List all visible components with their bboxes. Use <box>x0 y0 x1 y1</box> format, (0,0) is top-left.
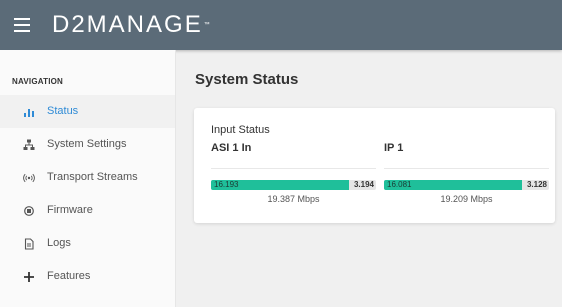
sidebar-item-label: System Settings <box>47 138 127 150</box>
bitrate-text: 19.209 Mbps <box>440 194 493 204</box>
sidebar-item-status[interactable]: Status <box>0 95 175 128</box>
sidebar-item-transport-streams[interactable]: Transport Streams <box>0 161 175 194</box>
bar-remaining-value: 3.128 <box>526 180 547 189</box>
bar-remaining-value: 3.194 <box>353 180 374 189</box>
bitrate-bar: 16.081 3.128 <box>384 180 549 190</box>
bitrate-text: 19.387 Mbps <box>267 194 320 204</box>
input-status-card: Input Status ASI 1 In 16.193 3.194 19.38… <box>194 108 555 223</box>
card-title: Input Status <box>211 124 270 136</box>
nav-heading: NAVIGATION <box>12 77 64 86</box>
top-app-bar: D2MANAGE™ <box>0 0 562 50</box>
divider <box>211 168 376 169</box>
input-column-asi: ASI 1 In 16.193 3.194 19.387 Mbps <box>211 142 376 204</box>
document-icon <box>22 237 36 251</box>
sidebar-item-features[interactable]: Features <box>0 260 175 293</box>
sidebar-item-label: Status <box>47 105 79 117</box>
logo-text: D2MANAGE <box>52 11 203 38</box>
network-icon <box>22 138 36 152</box>
plus-icon <box>22 270 36 284</box>
bitrate-bar: 16.193 3.194 <box>211 180 376 190</box>
broadcast-icon <box>22 171 36 185</box>
sidebar-item-label: Transport Streams <box>47 171 138 183</box>
logo-trademark: ™ <box>203 22 210 28</box>
sidebar-item-logs[interactable]: Logs <box>0 227 175 260</box>
input-column-ip: IP 1 16.081 3.128 19.209 Mbps <box>384 142 549 204</box>
sidebar-item-label: Firmware <box>47 204 93 216</box>
bar-used-value: 16.081 <box>387 180 412 189</box>
hamburger-icon[interactable] <box>14 18 30 32</box>
logo[interactable]: D2MANAGE™ <box>52 12 210 38</box>
input-name: IP 1 <box>384 142 404 154</box>
bar-chart-icon <box>22 105 36 119</box>
bar-used-value: 16.193 <box>214 180 239 189</box>
sidebar-item-system-settings[interactable]: System Settings <box>0 128 175 161</box>
sidebar-item-label: Logs <box>47 237 71 249</box>
sidebar-item-label: Features <box>47 270 91 282</box>
divider <box>384 168 549 169</box>
input-name: ASI 1 In <box>211 142 252 154</box>
sidebar-item-firmware[interactable]: Firmware <box>0 194 175 227</box>
sidebar: NAVIGATION Status System Settings Transp… <box>0 50 176 307</box>
page-title: System Status <box>195 71 299 88</box>
chip-icon <box>22 204 36 218</box>
